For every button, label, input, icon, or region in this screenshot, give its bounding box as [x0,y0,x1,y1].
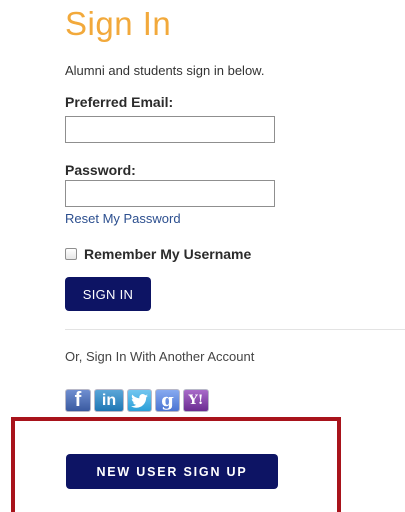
social-signin-icons: f in g Y! [65,389,209,412]
remember-username[interactable]: Remember My Username [65,245,251,263]
divider [65,329,405,330]
page-title: Sign In [65,5,172,42]
google-icon[interactable]: g [155,389,180,412]
new-user-signup-button[interactable]: NEW USER SIGN UP [66,454,278,489]
email-field[interactable] [65,116,275,143]
signin-subtitle: Alumni and students sign in below. [65,63,265,78]
email-label: Preferred Email: [65,94,174,110]
sign-in-button[interactable]: SIGN IN [65,277,151,311]
password-label: Password: [65,162,136,178]
remember-checkbox[interactable] [65,248,77,260]
facebook-icon[interactable]: f [65,389,91,412]
twitter-bird-glyph [131,393,148,408]
alternate-signin-text: Or, Sign In With Another Account [65,349,255,364]
linkedin-icon[interactable]: in [94,389,124,412]
twitter-icon[interactable] [127,389,152,412]
yahoo-icon[interactable]: Y! [183,389,209,412]
password-field[interactable] [65,180,275,207]
reset-password-link[interactable]: Reset My Password [65,211,181,227]
remember-label: Remember My Username [84,246,252,262]
